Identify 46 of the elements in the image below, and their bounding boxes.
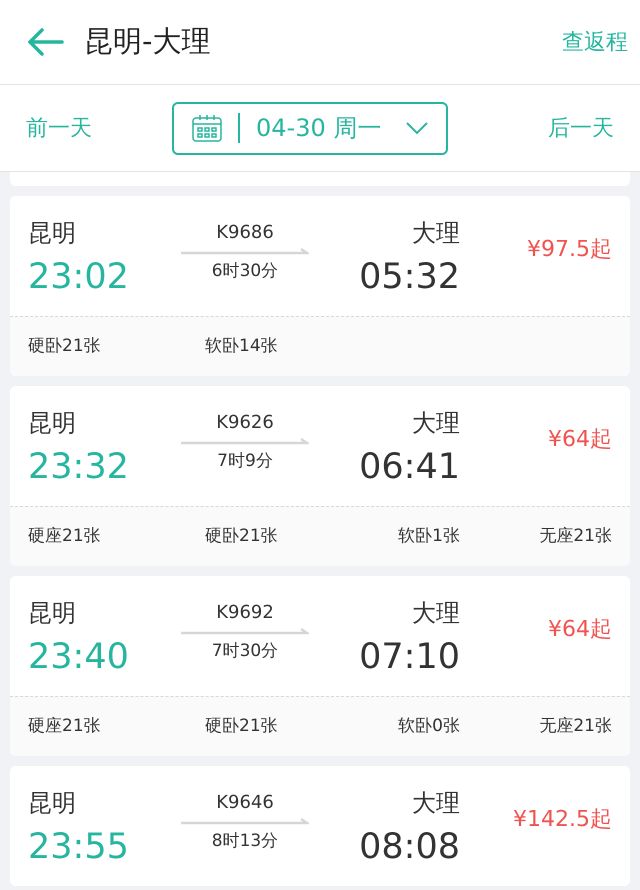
seat-availability: 硬卧21张 bbox=[205, 716, 278, 736]
arrival-time: 08:08 bbox=[359, 826, 460, 869]
seat-availability: 软卧0张 bbox=[398, 716, 460, 736]
departure-time: 23:32 bbox=[28, 446, 130, 489]
seat-availability: 软卧1张 bbox=[398, 526, 460, 546]
price: ¥64起 bbox=[548, 426, 612, 454]
train-card[interactable]: 昆明 23:32 K9626 7时9分 大理 06:41 ¥64起 硬座21张 硬卧21张 软卧1张 无座21张 bbox=[10, 386, 630, 566]
back-arrow-icon[interactable] bbox=[28, 28, 64, 56]
train-card[interactable]: 昆明 23:55 K9646 8时13分 大理 08:08 ¥142.5起 bbox=[10, 766, 630, 886]
departure-station: 昆明 bbox=[28, 598, 77, 629]
arrival-station: 大理 bbox=[412, 788, 460, 819]
seat-availability: 硬卧21张 bbox=[28, 336, 101, 356]
arrival-station: 大理 bbox=[412, 218, 460, 249]
train-number: K9646 bbox=[216, 791, 274, 815]
departure-station: 昆明 bbox=[28, 408, 77, 439]
price: ¥142.5起 bbox=[513, 806, 612, 834]
duration: 7时30分 bbox=[212, 640, 278, 663]
arrival-station: 大理 bbox=[412, 408, 460, 439]
seat-availability: 软卧14张 bbox=[205, 336, 278, 356]
arrival-time: 05:32 bbox=[359, 256, 460, 299]
departure-time: 23:40 bbox=[28, 636, 130, 679]
train-number: K9626 bbox=[216, 411, 274, 435]
chevron-down-icon bbox=[406, 121, 428, 135]
arrival-station: 大理 bbox=[412, 598, 460, 629]
departure-station: 昆明 bbox=[28, 788, 77, 819]
duration: 8时13分 bbox=[212, 830, 278, 853]
duration: 6时30分 bbox=[212, 260, 278, 283]
arrival-time: 06:41 bbox=[359, 446, 460, 489]
calendar-icon bbox=[192, 114, 222, 142]
price: ¥97.5起 bbox=[527, 236, 612, 264]
page-title: 昆明-大理 bbox=[84, 23, 210, 60]
seat-availability: 硬座21张 bbox=[28, 716, 101, 736]
departure-time: 23:55 bbox=[28, 826, 130, 869]
seat-availability: 无座21张 bbox=[539, 526, 612, 546]
train-card[interactable]: 昆明 23:40 K9692 7时30分 大理 07:10 ¥64起 硬座21张 硬卧21张 软卧0张 无座21张 bbox=[10, 576, 630, 756]
seat-availability: 硬座21张 bbox=[28, 526, 101, 546]
train-number: K9686 bbox=[216, 221, 274, 245]
train-card[interactable]: 昆明 23:02 K9686 6时30分 大理 05:32 ¥97.5起 硬卧21张 软卧14张 bbox=[10, 196, 630, 376]
departure-time: 23:02 bbox=[28, 256, 130, 299]
arrival-time: 07:10 bbox=[359, 636, 460, 679]
price: ¥64起 bbox=[548, 616, 612, 644]
seat-availability: 无座21张 bbox=[539, 716, 612, 736]
duration: 7时9分 bbox=[217, 450, 273, 473]
seat-availability: 硬卧21张 bbox=[205, 526, 278, 546]
train-number: K9692 bbox=[216, 601, 274, 625]
departure-station: 昆明 bbox=[28, 218, 77, 249]
